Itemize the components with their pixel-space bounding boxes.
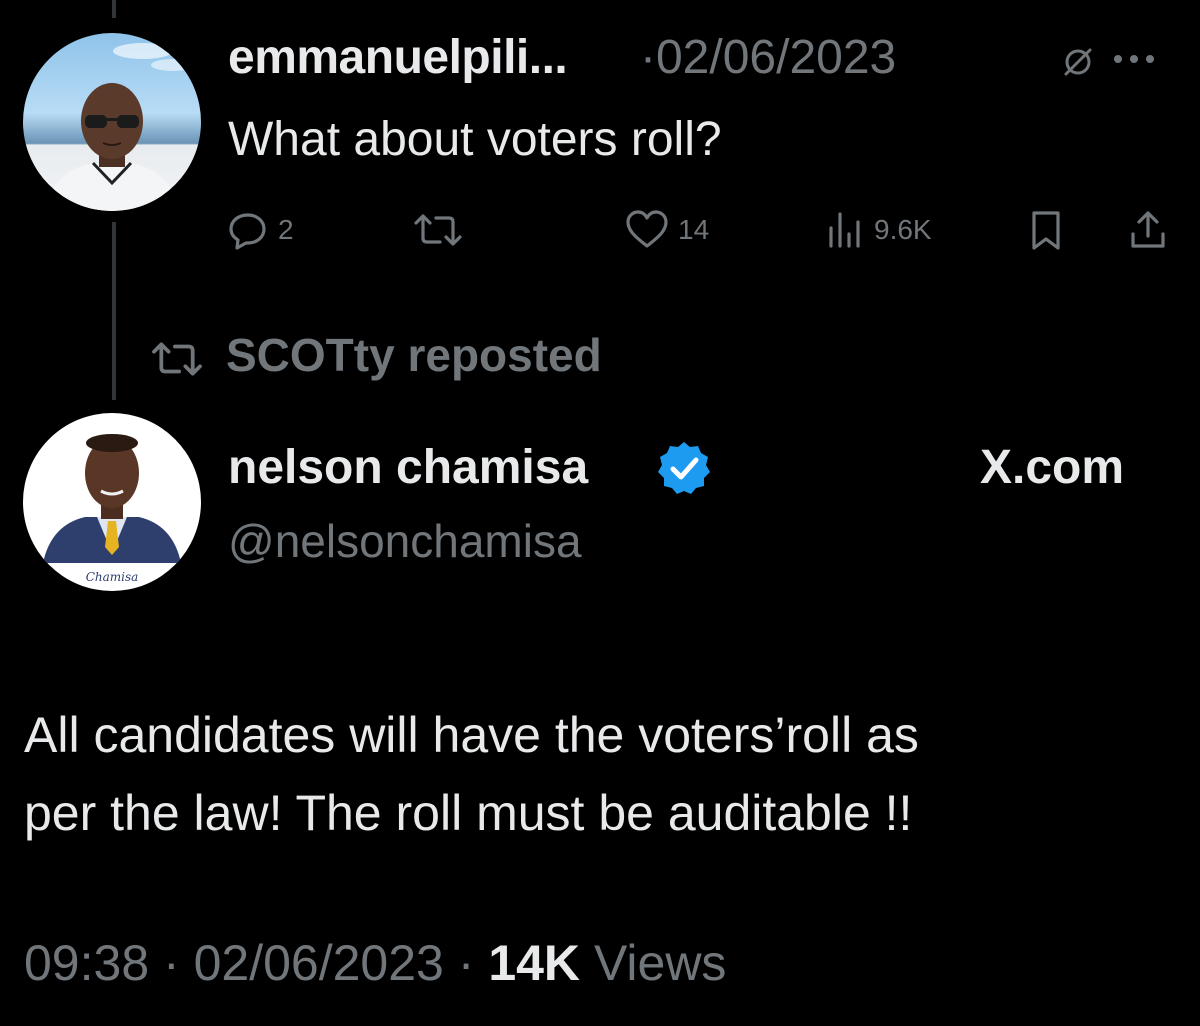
avatar-image: Chamisa (43, 434, 181, 584)
reply-icon (229, 213, 266, 250)
avatar-signature: Chamisa (86, 570, 139, 584)
views-button[interactable]: 9.6K (826, 206, 932, 254)
avatar-image (43, 43, 195, 211)
retweet-icon (414, 214, 462, 246)
reply-count: 2 (278, 214, 294, 245)
main-author-avatar[interactable]: Chamisa (23, 413, 201, 591)
separator-dot: · (163, 935, 180, 991)
like-button[interactable]: 14 (624, 206, 709, 254)
bookmark-icon (1032, 211, 1060, 250)
retweet-icon (146, 336, 208, 387)
more-icon[interactable] (1112, 52, 1156, 70)
thread-connector-line (112, 222, 116, 400)
tweet-date[interactable]: 02/06/2023 (194, 935, 444, 991)
views-icon (829, 212, 860, 248)
grok-icon[interactable] (1060, 44, 1096, 85)
tweet-time[interactable]: 09:38 (24, 935, 149, 991)
reply-button[interactable]: 2 (226, 206, 294, 254)
views-count: 14K (488, 935, 581, 991)
reply-date[interactable]: ·02/06/2023 (640, 30, 896, 85)
reply-author-name[interactable]: emmanuelpili... (228, 30, 568, 85)
share-icon (1131, 211, 1165, 248)
main-author-name[interactable]: nelson chamisa (228, 440, 588, 495)
tweet-text-line: All candidates will have the voters’roll… (24, 707, 919, 763)
retweet-button[interactable] (414, 206, 462, 254)
reply-tweet-text: What about voters roll? (228, 113, 722, 166)
repost-label[interactable]: SCOTty reposted (226, 328, 602, 382)
site-label: X.com (980, 441, 1125, 494)
tweet-meta: 09:38 · 02/06/2023 · 14K Views (24, 934, 726, 992)
like-count: 14 (678, 214, 710, 245)
verified-badge-icon[interactable] (654, 438, 714, 503)
tweet-text-line: per the law! The roll must be auditable … (24, 785, 913, 841)
share-button[interactable] (1128, 206, 1168, 254)
reply-date-text: 02/06/2023 (655, 31, 897, 84)
bookmark-button[interactable] (1026, 206, 1066, 254)
main-author-handle[interactable]: @nelsonchamisa (228, 514, 582, 568)
thread-connector-line (112, 0, 116, 18)
main-tweet-text: All candidates will have the voters’roll… (24, 696, 1184, 852)
like-icon (626, 210, 668, 248)
reply-author-avatar[interactable] (23, 33, 201, 211)
separator-dot: · (640, 31, 656, 84)
views-label: Views (593, 935, 727, 991)
separator-dot: · (457, 935, 475, 991)
view-count: 9.6K (874, 214, 932, 245)
